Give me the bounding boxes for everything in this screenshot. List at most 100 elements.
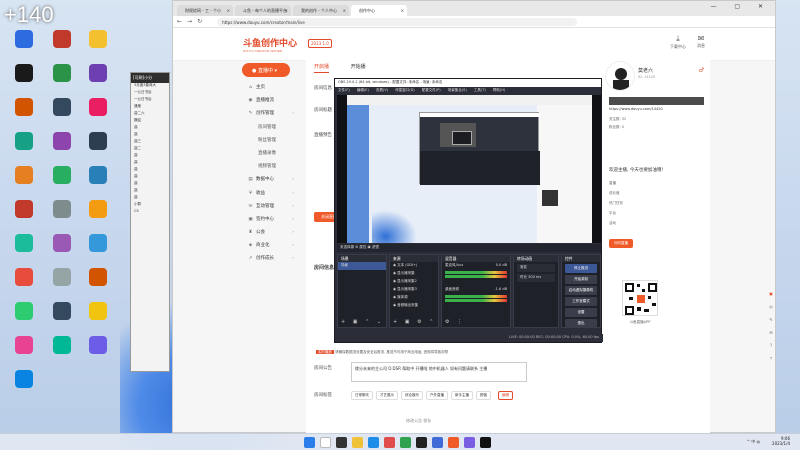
mixer-controls[interactable]: ⚙ ⋮ xyxy=(445,319,465,325)
desktop-icon[interactable] xyxy=(44,336,80,370)
desktop-icon[interactable] xyxy=(6,64,42,98)
chat-list-item[interactable]: 曲二 xyxy=(131,146,169,153)
desktop-icon[interactable] xyxy=(44,64,80,98)
obs-preview[interactable] xyxy=(337,95,601,243)
menu-scene-collection[interactable]: 场景集合(S) xyxy=(448,88,467,92)
chat-list-item[interactable]: 曲 xyxy=(131,188,169,195)
save-announcement-button[interactable]: 修改公告 保存 xyxy=(406,418,431,424)
live-status-button[interactable]: ● 直播中 ▾ xyxy=(242,63,290,77)
sidebar-item[interactable]: ⌂ 主页 xyxy=(242,84,302,97)
avatar[interactable] xyxy=(605,61,635,91)
transition-duration[interactable]: 时长 300 ms xyxy=(517,274,555,282)
desktop-icon[interactable] xyxy=(6,234,42,268)
desktop-icon[interactable] xyxy=(80,234,116,268)
chat-list-item[interactable]: 小群 xyxy=(131,202,169,209)
edit-icon[interactable]: ✎ xyxy=(767,317,775,330)
edit-tags-button[interactable]: 编辑 xyxy=(498,391,513,400)
taskview-icon[interactable] xyxy=(336,437,347,448)
desktop-icon[interactable] xyxy=(80,268,116,302)
tag-chip[interactable]: 颜值 xyxy=(476,391,491,400)
browser-tab[interactable]: 斗鱼 - 每个人的直播平台 × xyxy=(235,5,291,16)
site-logo[interactable]: 斗鱼创作中心 DOUYU CREATOR CENTER xyxy=(243,36,297,53)
forward-icon[interactable]: → xyxy=(187,18,192,25)
desktop-icon[interactable] xyxy=(6,30,42,64)
close-icon[interactable]: × xyxy=(343,8,346,13)
tag-chip[interactable]: 户外直播 xyxy=(426,391,448,400)
desktop-icon[interactable] xyxy=(80,336,116,370)
tab-start-live[interactable]: 开启播 xyxy=(314,64,330,73)
chat-list-item[interactable]: 通鬼 xyxy=(131,104,169,111)
desktop-icon[interactable] xyxy=(6,200,42,234)
url-input[interactable]: https://www.douyu.com/creator/main/live xyxy=(217,17,578,26)
desktop-icon[interactable] xyxy=(80,30,116,64)
menu-view[interactable]: 查看(V) xyxy=(376,88,388,92)
browser-tab[interactable]: 财视综网 - 工 - 个小 × xyxy=(177,5,233,16)
refresh-icon[interactable]: ↻ xyxy=(197,18,202,25)
sidebar-item[interactable]: 直播录像 xyxy=(242,150,302,163)
chat-list-item[interactable]: 曲 xyxy=(131,132,169,139)
system-tray[interactable]: ^ 中 ◍ xyxy=(747,439,760,445)
desktop-icon[interactable] xyxy=(44,268,80,302)
chat-list-item[interactable]: 曲 xyxy=(131,174,169,181)
chat-list-item[interactable]: 曲三 xyxy=(131,139,169,146)
desktop-icon[interactable] xyxy=(80,302,116,336)
chat-list-item[interactable]: 曲 xyxy=(131,160,169,167)
info-icon[interactable]: ◎ xyxy=(767,304,775,317)
desktop-icon[interactable] xyxy=(80,166,116,200)
desktop-icon[interactable] xyxy=(6,336,42,370)
browser-tab[interactable]: 我的创作 - 个人中心 × xyxy=(293,5,349,16)
sidebar-item[interactable]: ▤ 数据中心 › xyxy=(242,176,302,189)
desktop-icon[interactable] xyxy=(6,268,42,302)
source-item[interactable]: ◉ 媒体源 xyxy=(390,294,438,302)
desktop-icon[interactable] xyxy=(44,30,80,64)
help-icon[interactable]: ? xyxy=(767,343,775,356)
desktop-icon[interactable] xyxy=(6,166,42,200)
sidebar-item[interactable]: ✉ 互动管理 › xyxy=(242,203,302,216)
tag-chip[interactable]: 新手主播 xyxy=(451,391,473,400)
sidebar-item[interactable]: ¥ 收益 › xyxy=(242,190,302,203)
back-icon[interactable]: ← xyxy=(177,18,182,25)
source-item[interactable]: ◉ 显示器采集 xyxy=(390,270,438,278)
scene-item[interactable]: 场景 xyxy=(338,262,386,270)
sidebar-item[interactable]: ◈ 商业化 › xyxy=(242,242,302,255)
start-recording-button[interactable]: 开始录制 xyxy=(565,275,597,284)
start-icon[interactable] xyxy=(304,437,315,448)
clock[interactable]: 9:06 2023/1/4 xyxy=(772,436,790,446)
wechat-icon[interactable] xyxy=(400,437,411,448)
obs-window[interactable]: OBS 29.0.2 (64 bit, windows) - 配置文件: 未命名… xyxy=(334,78,603,343)
app-icon[interactable] xyxy=(464,437,475,448)
source-item[interactable]: ◉ 显示器采集2 xyxy=(390,278,438,286)
close-icon[interactable]: × xyxy=(227,8,230,13)
tag-chip[interactable]: 日常聊天 xyxy=(351,391,373,400)
stop-streaming-button[interactable]: 停止推流 xyxy=(565,264,597,273)
sidebar-item[interactable]: ✎ 创作管理 › xyxy=(242,110,302,123)
virtual-camera-button[interactable]: 启动虚拟摄像机 xyxy=(565,286,597,295)
sidebar-item[interactable]: 粉丝管理 xyxy=(242,137,302,150)
chat-list-item[interactable]: 曲 xyxy=(131,167,169,174)
menu-profile[interactable]: 配置文件(P) xyxy=(422,88,441,92)
app-icon[interactable] xyxy=(384,437,395,448)
exit-button[interactable]: 退出 xyxy=(565,319,597,328)
menu-docks[interactable]: 停靠窗口(D) xyxy=(395,88,414,92)
desktop-icon[interactable] xyxy=(6,98,42,132)
app-icon[interactable] xyxy=(480,437,491,448)
desktop-icon[interactable] xyxy=(44,200,80,234)
desktop-icon[interactable] xyxy=(44,302,80,336)
desktop-icon[interactable] xyxy=(80,132,116,166)
app-icon[interactable] xyxy=(432,437,443,448)
browser-icon[interactable] xyxy=(368,437,379,448)
douyu-icon[interactable] xyxy=(448,437,459,448)
desktop-icon[interactable] xyxy=(44,166,80,200)
sidebar-item[interactable]: ◉ 直播推流 xyxy=(242,97,302,110)
source-controls[interactable]: + ▣ ⚙ ⌃ xyxy=(393,319,436,325)
desktop-icon[interactable] xyxy=(44,132,80,166)
sidebar-item[interactable]: ▣ 签约中心 › xyxy=(242,216,302,229)
menu-tools[interactable]: 工具(T) xyxy=(474,88,486,92)
folder-icon[interactable] xyxy=(352,437,363,448)
source-item[interactable]: ◉ 显示器采集3 xyxy=(390,286,438,294)
window-controls[interactable]: — ▢ ✕ xyxy=(710,3,771,10)
studio-mode-button[interactable]: 工作室模式 xyxy=(565,297,597,306)
transition-select[interactable]: 渐变 xyxy=(517,264,555,272)
chat-list-item[interactable]: 曲 xyxy=(131,181,169,188)
obs-icon[interactable] xyxy=(416,437,427,448)
